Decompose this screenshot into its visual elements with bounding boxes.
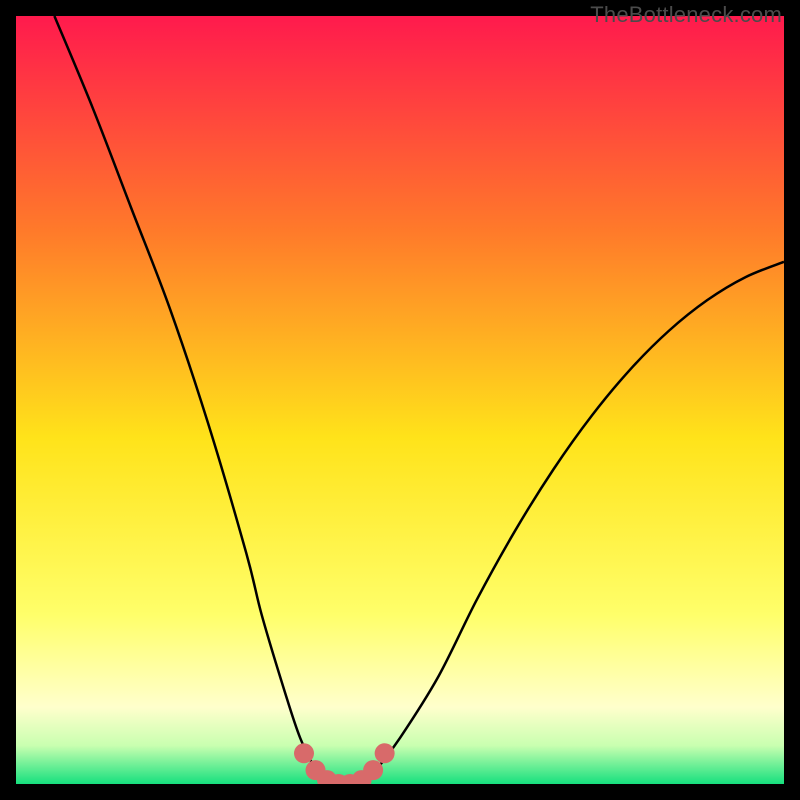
- highlight-marker: [363, 760, 383, 780]
- watermark-text: TheBottleneck.com: [590, 2, 782, 28]
- bottleneck-curve: [54, 16, 784, 784]
- highlight-marker: [375, 743, 395, 763]
- plot-frame: [16, 16, 784, 784]
- plot-foreground: [16, 16, 784, 784]
- highlight-marker: [294, 743, 314, 763]
- highlight-marker-group: [294, 743, 395, 784]
